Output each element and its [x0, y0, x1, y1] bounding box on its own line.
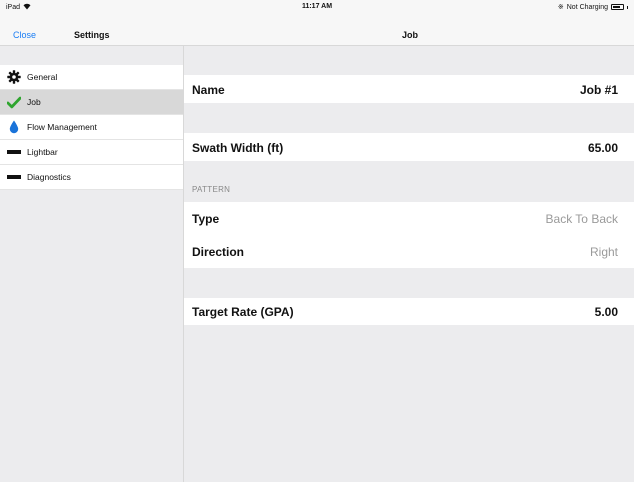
sidebar-item-lightbar[interactable]: Lightbar	[0, 140, 183, 165]
sidebar-item-label: Flow Management	[27, 122, 97, 132]
gear-icon	[7, 70, 21, 84]
sidebar: General Job Flow Management Lightbar Dia…	[0, 46, 184, 482]
swath-width-label: Swath Width (ft)	[192, 141, 284, 155]
sidebar-item-general[interactable]: General	[0, 65, 183, 90]
bluetooth-icon: ※	[557, 4, 564, 11]
water-drop-icon	[7, 120, 21, 134]
pattern-section-header: PATTERN	[192, 185, 231, 194]
direction-label: Direction	[192, 245, 245, 259]
lightbar-icon	[7, 145, 21, 159]
status-time: 11:17 AM	[301, 3, 333, 10]
swath-width-value[interactable]: 65.00	[588, 141, 618, 155]
sidebar-item-diagnostics[interactable]: Diagnostics	[0, 165, 183, 190]
swath-width-row[interactable]: Swath Width (ft) 65.00	[184, 133, 634, 161]
navigation-bar: Close Settings Job	[0, 14, 634, 46]
battery-status-text: Not Charging	[566, 3, 608, 11]
target-rate-value[interactable]: 5.00	[595, 305, 618, 319]
sidebar-title: Settings	[74, 30, 110, 40]
close-button[interactable]: Close	[13, 30, 36, 40]
sidebar-item-label: Job	[27, 97, 41, 107]
sidebar-item-label: Diagnostics	[27, 172, 71, 182]
target-rate-label: Target Rate (GPA)	[192, 305, 294, 319]
checkmark-icon	[7, 95, 21, 109]
direction-row[interactable]: Direction Right	[184, 235, 634, 268]
battery-icon	[611, 4, 624, 10]
sidebar-item-label: Lightbar	[27, 147, 58, 157]
status-bar: iPad 11:17 AM ※ Not Charging	[0, 0, 634, 14]
pattern-group: Type Back To Back Direction Right	[184, 202, 634, 268]
sidebar-item-flow-management[interactable]: Flow Management	[0, 115, 183, 140]
type-row[interactable]: Type Back To Back	[184, 202, 634, 235]
battery-tip	[627, 5, 628, 9]
target-rate-row[interactable]: Target Rate (GPA) 5.00	[184, 298, 634, 325]
name-value[interactable]: Job #1	[580, 83, 618, 97]
status-right: ※ Not Charging	[558, 3, 628, 11]
name-row[interactable]: Name Job #1	[184, 75, 634, 103]
detail-title: Job	[401, 30, 418, 40]
sidebar-list: General Job Flow Management Lightbar Dia…	[0, 65, 183, 190]
job-settings-panel: Name Job #1 Swath Width (ft) 65.00 PATTE…	[184, 46, 634, 482]
sidebar-item-job[interactable]: Job	[0, 90, 183, 115]
sidebar-item-label: General	[27, 72, 58, 82]
diagnostics-icon	[7, 170, 21, 184]
type-value[interactable]: Back To Back	[546, 212, 618, 226]
type-label: Type	[192, 212, 220, 226]
name-label: Name	[192, 83, 225, 97]
direction-value[interactable]: Right	[590, 245, 618, 259]
